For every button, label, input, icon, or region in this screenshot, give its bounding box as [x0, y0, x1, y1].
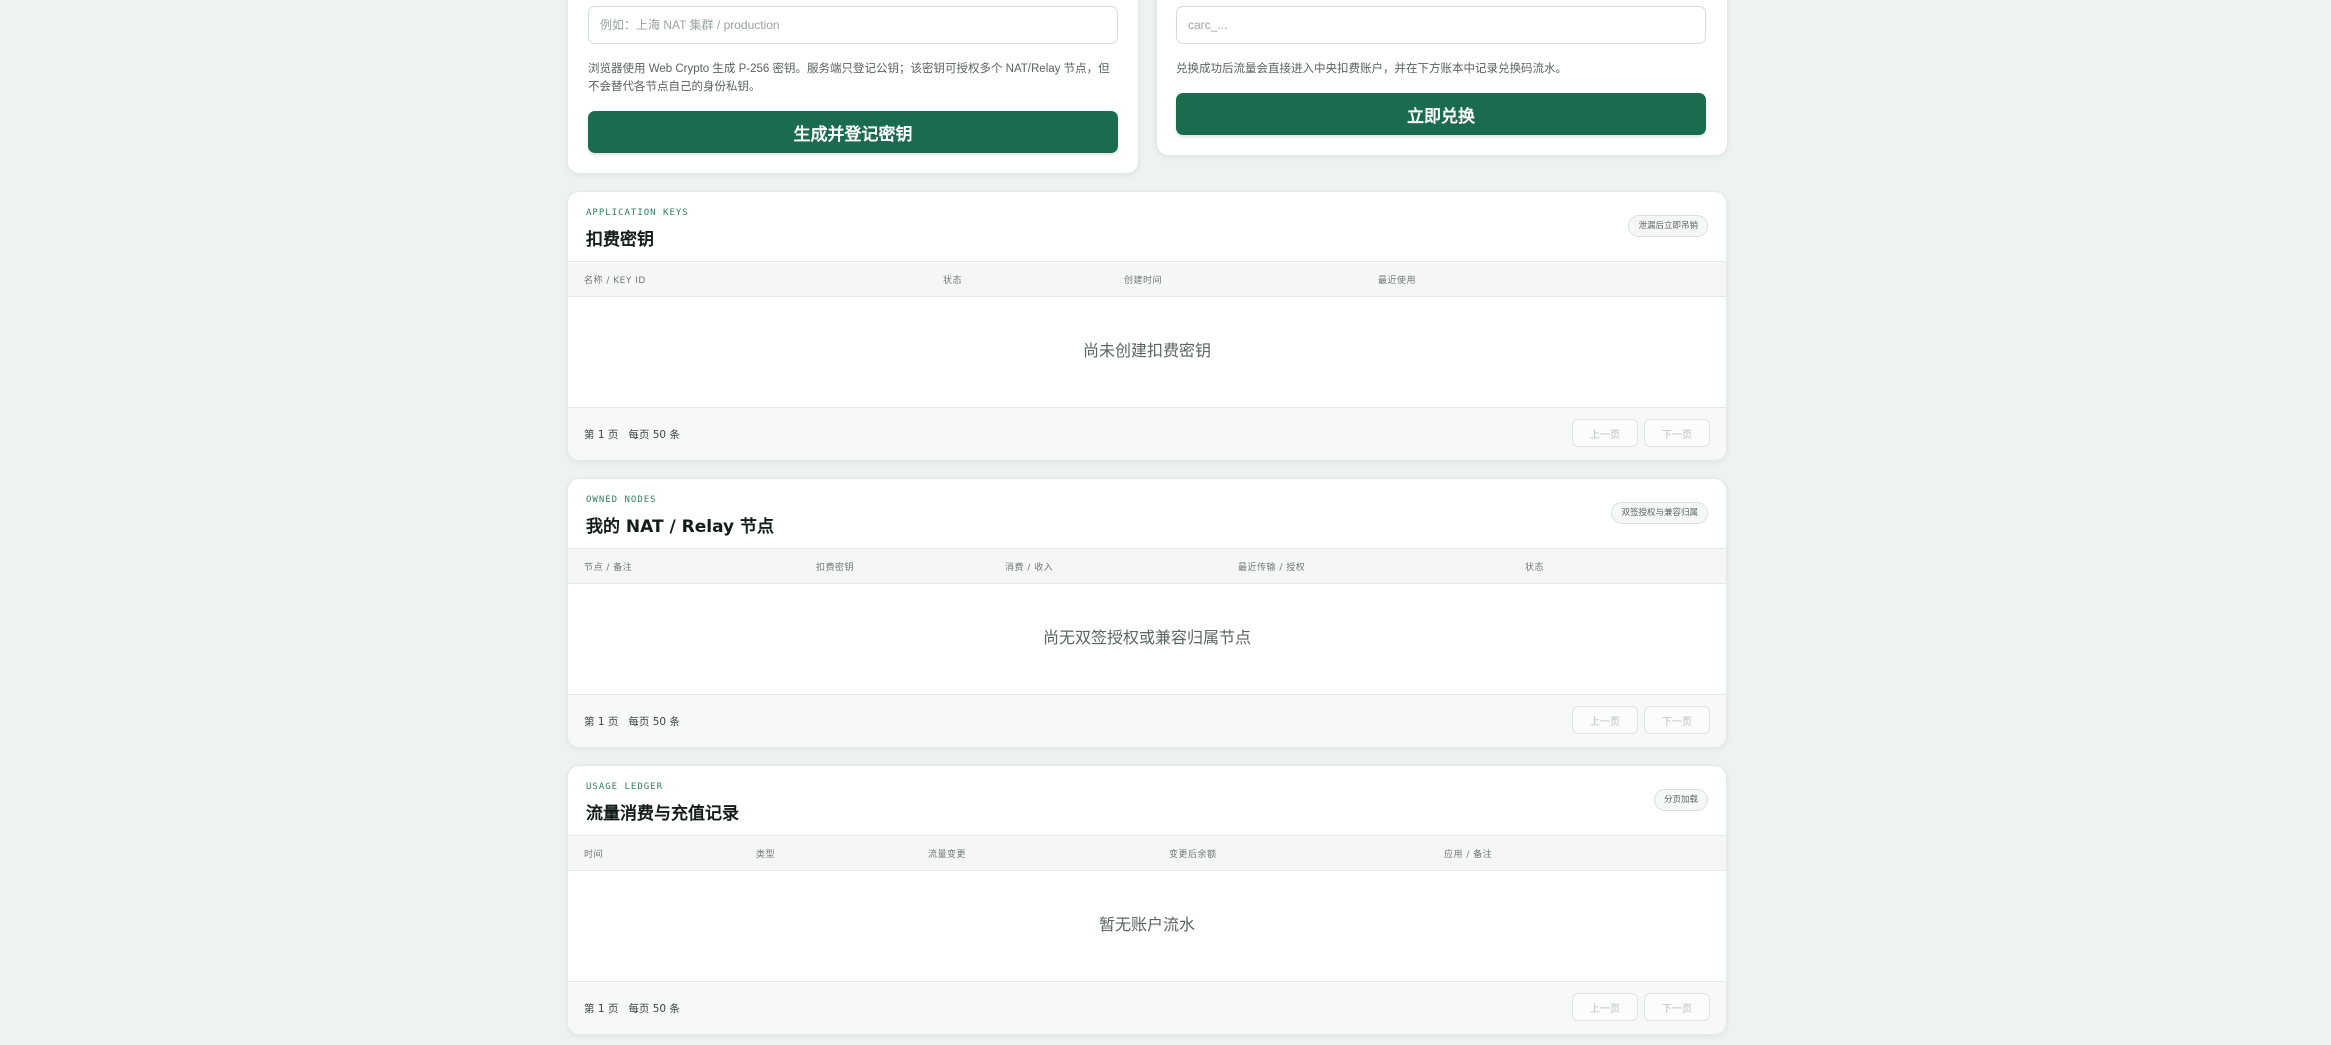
owned-nodes-section: OWNED NODES 我的 NAT / Relay 节点 双签授权与兼容归属 …: [567, 478, 1727, 748]
section-eyebrow: USAGE LEDGER: [586, 782, 664, 792]
prev-page-button[interactable]: 上一页: [1572, 706, 1638, 734]
pagination-bar: 第 1 页每页 50 条 上一页 下一页: [568, 981, 1726, 1034]
page-info: 第 1 页每页 50 条: [584, 427, 690, 442]
section-title: 流量消费与充值记录: [586, 804, 739, 824]
prev-page-button[interactable]: 上一页: [1572, 419, 1638, 447]
table-header: 时间 类型 流量变更 变更后余额 应用 / 备注: [568, 835, 1726, 871]
section-title: 扣费密钥: [586, 230, 654, 250]
key-generation-help: 浏览器使用 Web Crypto 生成 P-256 密钥。服务端只登记公钥；该密…: [588, 63, 1110, 93]
page-info: 第 1 页每页 50 条: [584, 1001, 690, 1016]
pagination-bar: 第 1 页每页 50 条 上一页 下一页: [568, 407, 1726, 460]
column-header: 扣费密钥: [816, 563, 855, 573]
section-eyebrow: OWNED NODES: [586, 495, 657, 505]
column-header: 流量变更: [928, 850, 967, 860]
application-keys-section: APPLICATION KEYS 扣费密钥 泄漏后立即吊销 名称 / KEY I…: [567, 191, 1727, 461]
next-page-button[interactable]: 下一页: [1644, 993, 1710, 1021]
redeem-button[interactable]: 立即兑换: [1176, 93, 1706, 135]
page-number: 第 1 页: [584, 429, 619, 441]
column-header: 最近使用: [1378, 276, 1417, 286]
page-size: 每页 50 条: [628, 1003, 680, 1015]
column-header: 类型: [756, 850, 776, 860]
column-header: 应用 / 备注: [1444, 850, 1493, 860]
redeem-code-input[interactable]: [1176, 6, 1706, 44]
key-name-input[interactable]: [588, 6, 1118, 44]
column-header: 消费 / 收入: [1005, 563, 1054, 573]
page-number: 第 1 页: [584, 1003, 619, 1015]
column-header: 最近传输 / 授权: [1238, 563, 1306, 573]
column-header: 状态: [1525, 563, 1545, 573]
column-header: 时间: [584, 850, 604, 860]
pagination-bar: 第 1 页每页 50 条 上一页 下一页: [568, 694, 1726, 747]
page-size: 每页 50 条: [628, 716, 680, 728]
section-hint-badge: 双签授权与兼容归属: [1611, 502, 1708, 524]
page-info: 第 1 页每页 50 条: [584, 714, 690, 729]
next-page-button[interactable]: 下一页: [1644, 419, 1710, 447]
next-page-button[interactable]: 下一页: [1644, 706, 1710, 734]
redeem-card: 兑换成功后流量会直接进入中央扣费账户，并在下方账本中记录兑换码流水。 立即兑换: [1156, 0, 1728, 156]
column-header: 创建时间: [1124, 276, 1163, 286]
empty-state: 尚无双签授权或兼容归属节点: [1042, 628, 1251, 647]
page-number: 第 1 页: [584, 716, 619, 728]
section-hint-badge: 泄漏后立即吊销: [1628, 215, 1708, 237]
usage-ledger-section: USAGE LEDGER 流量消费与充值记录 分页加载 时间 类型 流量变更 变…: [567, 765, 1727, 1035]
section-eyebrow: APPLICATION KEYS: [586, 208, 689, 218]
section-hint-badge: 分页加载: [1653, 789, 1708, 811]
empty-state: 尚未创建扣费密钥: [1082, 341, 1211, 360]
page-size: 每页 50 条: [628, 429, 680, 441]
section-title: 我的 NAT / Relay 节点: [586, 517, 775, 537]
redeem-help: 兑换成功后流量会直接进入中央扣费账户，并在下方账本中记录兑换码流水。: [1176, 63, 1567, 75]
generate-key-button[interactable]: 生成并登记密钥: [588, 111, 1118, 153]
column-header: 节点 / 备注: [584, 563, 633, 573]
column-header: 名称 / KEY ID: [584, 276, 646, 286]
empty-state: 暂无账户流水: [1098, 915, 1195, 934]
table-header: 名称 / KEY ID 状态 创建时间 最近使用: [568, 261, 1726, 297]
column-header: 变更后余额: [1169, 850, 1217, 860]
table-header: 节点 / 备注 扣费密钥 消费 / 收入 最近传输 / 授权 状态: [568, 548, 1726, 584]
prev-page-button[interactable]: 上一页: [1572, 993, 1638, 1021]
column-header: 状态: [943, 276, 963, 286]
key-generation-card: 浏览器使用 Web Crypto 生成 P-256 密钥。服务端只登记公钥；该密…: [567, 0, 1139, 174]
